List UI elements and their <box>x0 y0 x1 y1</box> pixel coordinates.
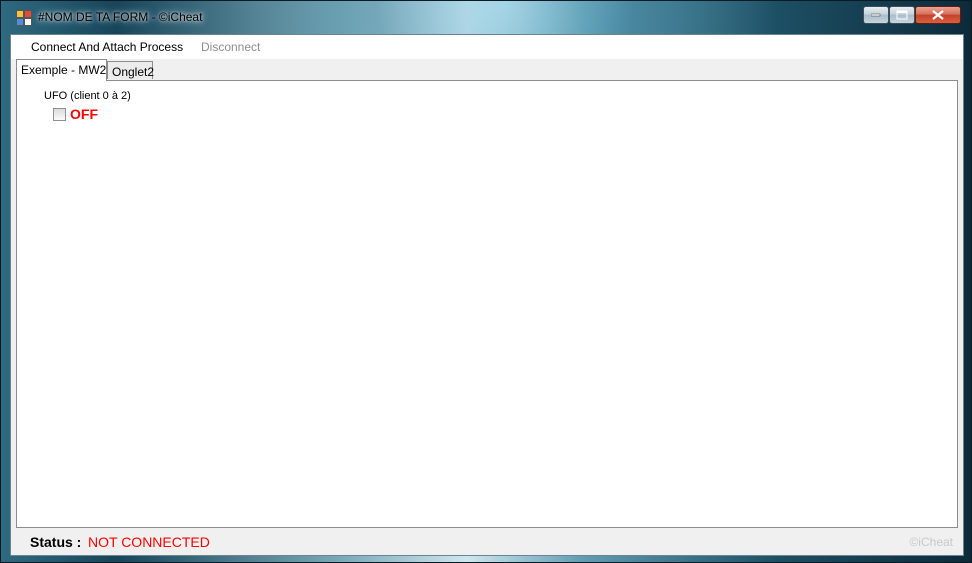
minimize-icon <box>871 13 881 17</box>
client-area: Connect And Attach Process Disconnect Ex… <box>10 34 964 556</box>
close-button[interactable] <box>915 6 961 24</box>
toggle-state-label[interactable]: OFF <box>70 106 98 122</box>
status-value: NOT CONNECTED <box>88 534 210 550</box>
status-label: Status : <box>30 534 82 550</box>
menu-bar: Connect And Attach Process Disconnect <box>11 35 963 59</box>
menu-connect-attach[interactable]: Connect And Attach Process <box>31 40 183 54</box>
ufo-label: UFO (client 0 à 2) <box>44 90 131 102</box>
minimize-button[interactable] <box>863 6 889 24</box>
title-bar[interactable]: #NOM DE TA FORM - ©iCheat <box>1 1 971 34</box>
tab-onglet2[interactable]: Onglet2 <box>107 61 154 79</box>
window-title: #NOM DE TA FORM - ©iCheat <box>38 10 203 24</box>
tab-panel: UFO (client 0 à 2) OFF <box>16 80 958 528</box>
app-form-icon[interactable] <box>16 10 32 26</box>
tab-exemple-mw2[interactable]: Exemple - MW2 <box>16 59 107 81</box>
status-bar: Status : NOT CONNECTED ©iCheat <box>11 529 963 555</box>
menu-disconnect[interactable]: Disconnect <box>201 40 260 54</box>
ufo-checkbox[interactable] <box>53 108 66 121</box>
maximize-button[interactable] <box>889 6 915 24</box>
close-icon <box>932 10 944 20</box>
watermark: ©iCheat <box>909 535 953 549</box>
maximize-icon <box>896 10 908 20</box>
app-window: #NOM DE TA FORM - ©iCheat Connect And At… <box>0 0 972 563</box>
